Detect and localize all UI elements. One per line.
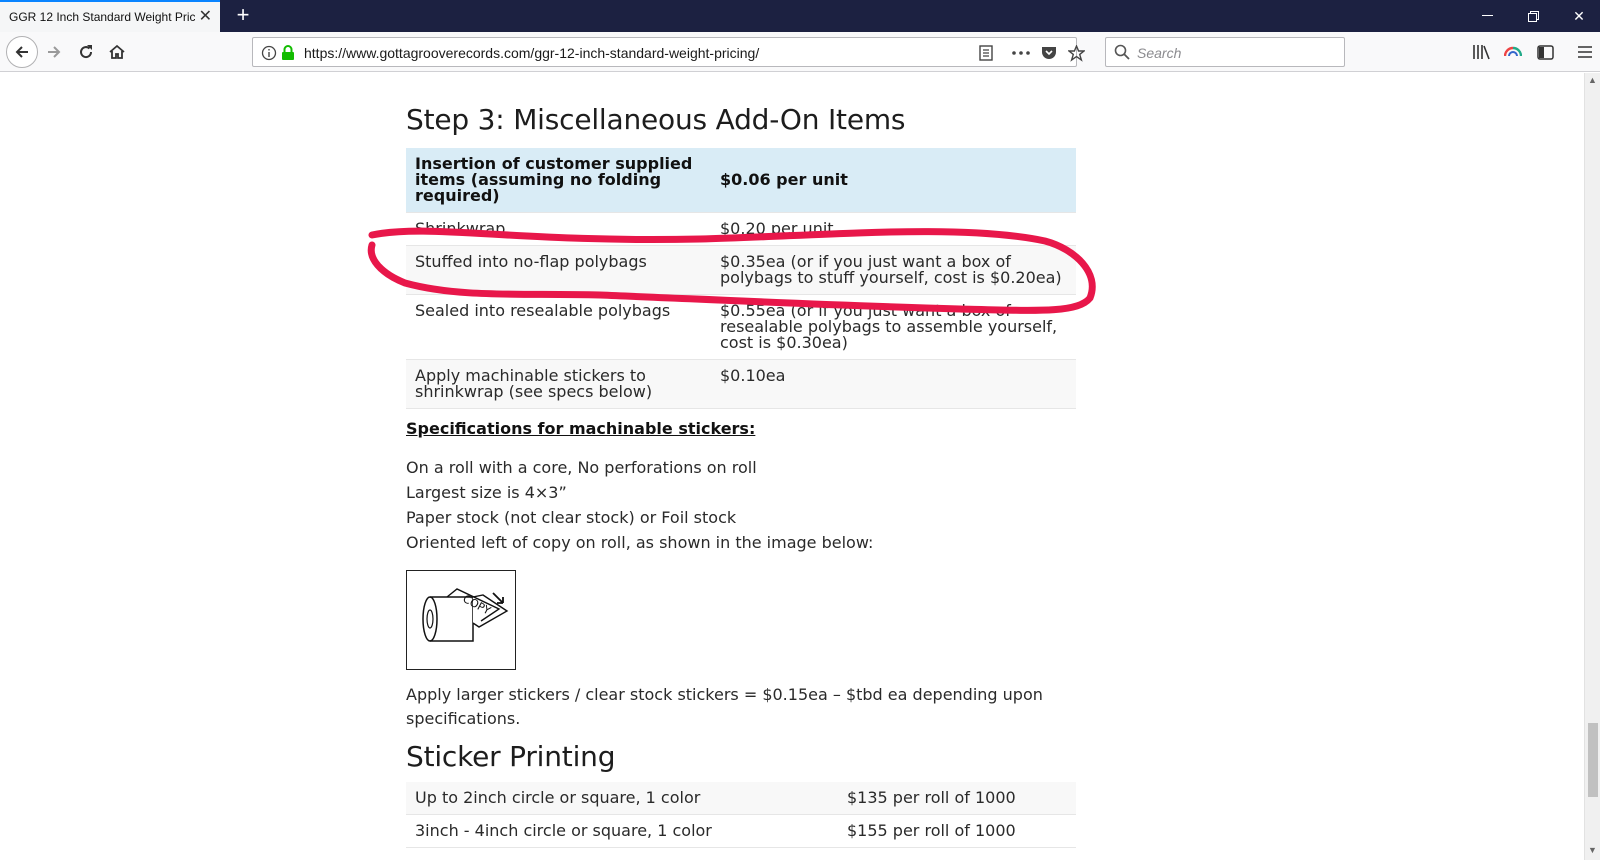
home-icon — [109, 44, 125, 59]
table-row: Sealed into resealable polybags $0.55ea … — [406, 294, 1076, 360]
step3-heading: Step 3: Miscellaneous Add-On Items — [406, 103, 906, 136]
tab-close-icon[interactable]: ✕ — [199, 8, 212, 26]
tab-active[interactable]: GGR 12 Inch Standard Weight Pricing ✕ — [0, 0, 220, 32]
table-row: Stuffed into no-flap polybags $0.35ea (o… — [406, 245, 1076, 295]
table-cell-item: 3inch - 4inch circle or square, 1 color — [406, 814, 838, 848]
spec-line: Paper stock (not clear stock) or Foil st… — [406, 508, 737, 527]
table-cell-item: Up to 2inch circle or square, 1 color — [406, 782, 838, 815]
library-icon[interactable] — [1470, 41, 1492, 63]
table-row: Shrinkwrap $0.20 per unit — [406, 212, 1076, 246]
table-row: Apply machinable stickers to shrinkwrap … — [406, 359, 1076, 409]
sticker-roll-icon: COPY — [422, 588, 509, 642]
spec-line: Oriented left of copy on roll, as shown … — [406, 533, 874, 552]
page-actions-icon[interactable] — [1011, 43, 1031, 63]
forward-button[interactable] — [38, 36, 70, 68]
new-tab-icon[interactable]: + — [232, 3, 254, 27]
back-arrow-icon — [15, 46, 28, 58]
back-button[interactable] — [6, 36, 38, 68]
lock-icon[interactable] — [278, 43, 298, 63]
extension-icon[interactable] — [1502, 41, 1524, 63]
address-bar[interactable]: https://www.gottagrooverecords.com/ggr-1… — [252, 37, 1085, 67]
spec-line: Largest size is 4×3” — [406, 483, 567, 502]
search-placeholder: Search — [1137, 45, 1182, 61]
larger-stickers-text: Apply larger stickers / clear stock stic… — [406, 685, 1043, 728]
sidebar-toggle-icon[interactable] — [1534, 41, 1556, 63]
table-cell-price: $0.10ea — [711, 359, 1076, 409]
specs-list: On a roll with a core, No perforations o… — [406, 455, 1076, 555]
minimize-icon[interactable] — [1464, 0, 1510, 32]
page-content: Step 3: Miscellaneous Add-On Items Inser… — [0, 73, 1584, 860]
spec-line: On a roll with a core, No perforations o… — [406, 458, 757, 477]
table-cell-item: Shrinkwrap — [406, 212, 711, 246]
table-row: 3inch - 4inch circle or square, 1 color … — [406, 814, 1076, 848]
table-cell-price: $0.20 per unit — [711, 212, 1076, 246]
search-bar[interactable]: Search — [1105, 37, 1345, 67]
close-window-icon[interactable]: ✕ — [1556, 0, 1600, 32]
sticker-table-wrap: Up to 2inch circle or square, 1 color $1… — [406, 782, 1076, 848]
table-row: Insertion of customer supplied items (as… — [406, 148, 1076, 213]
table-cell-item: Apply machinable stickers to shrinkwrap … — [406, 359, 711, 409]
tab-title: GGR 12 Inch Standard Weight Pricing — [9, 10, 195, 24]
scrollbar[interactable]: ▲ ▼ — [1584, 73, 1600, 860]
table-cell-price: $0.55ea (or if you just want a box of re… — [711, 294, 1076, 360]
table-cell-price: $135 per roll of 1000 — [838, 782, 1076, 815]
table-cell-price: $155 per roll of 1000 — [838, 814, 1076, 848]
sticker-price-table: Up to 2inch circle or square, 1 color $1… — [406, 782, 1076, 848]
table-cell-item: Insertion of customer supplied items (as… — [406, 148, 711, 213]
menu-icon[interactable] — [1574, 41, 1596, 63]
table-cell-price: $0.35ea (or if you just want a box of po… — [711, 245, 1076, 295]
forward-arrow-icon — [48, 46, 61, 58]
table-row: Up to 2inch circle or square, 1 color $1… — [406, 782, 1076, 815]
table-cell-item: Stuffed into no-flap polybags — [406, 245, 711, 295]
sticker-printing-heading: Sticker Printing — [406, 740, 616, 773]
reader-view-icon[interactable] — [976, 43, 996, 63]
search-icon — [1114, 44, 1130, 65]
home-button[interactable] — [101, 36, 133, 68]
navigation-toolbar: https://www.gottagrooverecords.com/ggr-1… — [0, 32, 1600, 72]
restore-icon[interactable] — [1510, 0, 1556, 32]
url-text[interactable]: https://www.gottagrooverecords.com/ggr-1… — [304, 45, 759, 61]
table-cell-item: Sealed into resealable polybags — [406, 294, 711, 360]
addon-price-table: Insertion of customer supplied items (as… — [406, 148, 1076, 409]
scrollbar-thumb[interactable] — [1588, 723, 1598, 797]
bookmark-star-icon[interactable] — [1066, 43, 1086, 63]
scroll-up-icon[interactable]: ▲ — [1588, 75, 1597, 85]
reload-icon — [80, 45, 93, 59]
sticker-roll-image: COPY — [406, 570, 516, 670]
info-icon[interactable] — [259, 43, 279, 63]
pocket-icon[interactable] — [1039, 43, 1059, 63]
scroll-down-icon[interactable]: ▼ — [1588, 845, 1597, 855]
table-cell-price: $0.06 per unit — [711, 148, 1076, 213]
title-bar: GGR 12 Inch Standard Weight Pricing ✕ + … — [0, 0, 1600, 32]
specs-title: Specifications for machinable stickers: — [406, 419, 756, 438]
reload-button[interactable] — [70, 36, 102, 68]
addon-table-wrap: Insertion of customer supplied items (as… — [406, 148, 1076, 409]
